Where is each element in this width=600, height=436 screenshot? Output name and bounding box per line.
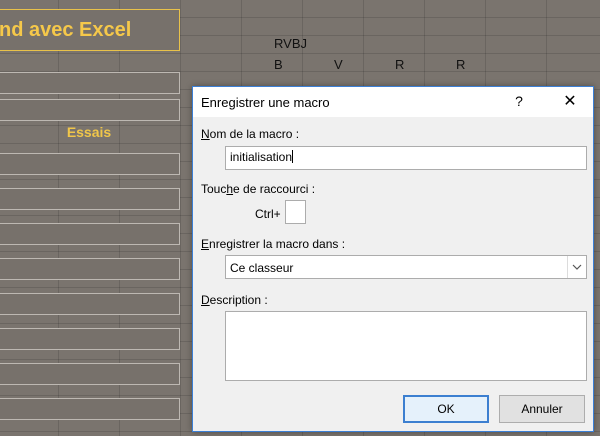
store-in-dropdown[interactable]: Ce classeur	[225, 255, 587, 279]
shortcut-key-input[interactable]	[285, 200, 306, 224]
store-in-value: Ce classeur	[230, 261, 294, 275]
sheet-cell-r: R	[395, 57, 405, 72]
sheet-box[interactable]	[0, 153, 180, 175]
sheet-cell-v: V	[334, 57, 343, 72]
sheet-title-text: nd avec Excel	[0, 18, 132, 41]
help-button[interactable]: ?	[513, 93, 525, 109]
sheet-cell-r: R	[456, 57, 466, 72]
sheet-box[interactable]	[0, 398, 180, 420]
close-icon[interactable]: ✕	[558, 91, 582, 111]
sheet-box[interactable]	[0, 328, 180, 350]
sheet-box[interactable]	[0, 72, 180, 94]
record-macro-dialog: Enregistrer une macro ? ✕ Nom de la macr…	[192, 86, 594, 432]
macro-name-input[interactable]: initialisation	[225, 146, 587, 170]
sheet-cell-b: B	[274, 57, 283, 72]
description-label: Description :	[201, 293, 268, 307]
chevron-down-icon[interactable]	[567, 256, 586, 278]
sheet-title-cell[interactable]: nd avec Excel	[0, 9, 180, 51]
store-in-label: Enregistrer la macro dans :	[201, 237, 346, 251]
description-textarea[interactable]	[225, 311, 587, 381]
sheet-box[interactable]	[0, 293, 180, 315]
ok-button[interactable]: OK	[403, 395, 489, 423]
sheet-box[interactable]	[0, 363, 180, 385]
sheet-box[interactable]	[0, 258, 180, 280]
sheet-box[interactable]	[0, 99, 180, 121]
shortcut-label: Touche de raccourci :	[201, 182, 316, 196]
ctrl-label: Ctrl+	[255, 207, 281, 221]
macro-name-value: initialisation	[230, 150, 293, 164]
sheet-box[interactable]	[0, 223, 180, 245]
sheet-box[interactable]	[0, 188, 180, 210]
dialog-title: Enregistrer une macro	[201, 95, 330, 110]
sheet-header-rvbj: RVBJ	[274, 36, 307, 51]
dialog-titlebar[interactable]: Enregistrer une macro ? ✕	[193, 87, 593, 117]
cancel-button[interactable]: Annuler	[499, 395, 585, 423]
sheet-essais-label: Essais	[66, 124, 112, 140]
text-caret	[292, 150, 294, 163]
macro-name-label: Nom de la macro :	[201, 127, 300, 141]
